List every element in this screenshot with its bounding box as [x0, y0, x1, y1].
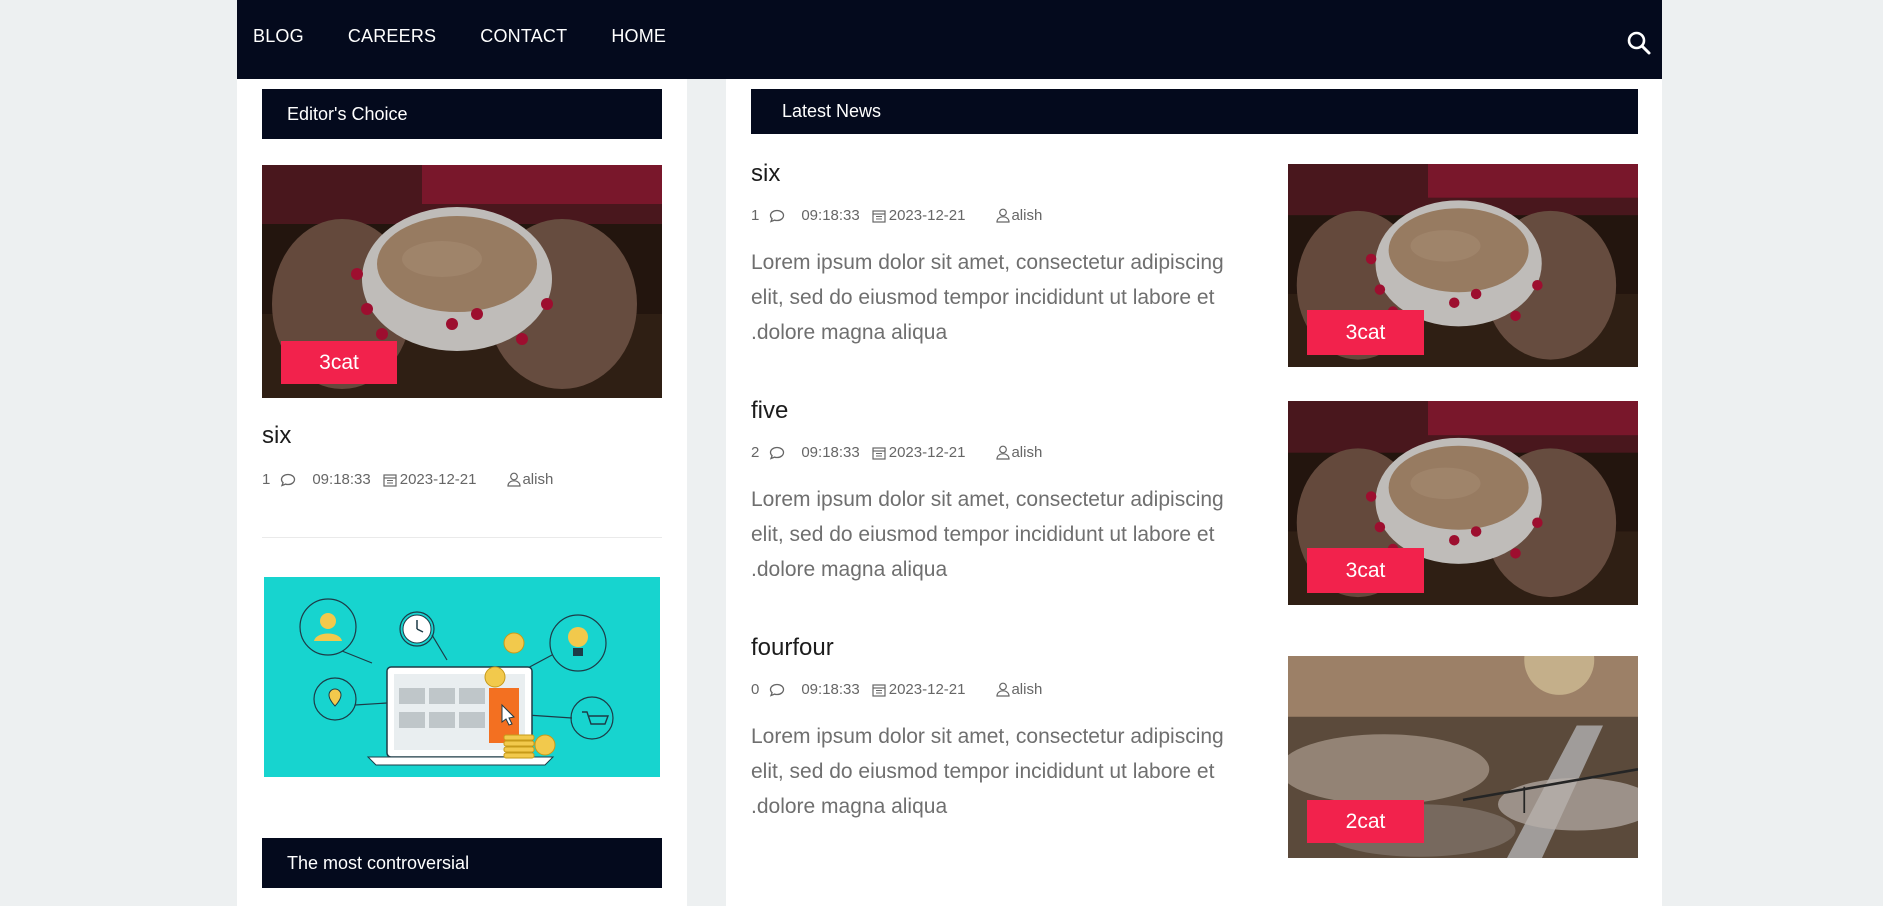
latest-news-title: Latest News: [782, 101, 882, 121]
comment-count: 1: [262, 471, 271, 488]
featured-post-meta: 1 09:18:33 2023-12-21 alish: [262, 471, 553, 488]
calendar-icon: [383, 473, 397, 487]
post-title[interactable]: fourfour: [751, 634, 834, 662]
nav-blog[interactable]: BLOG: [253, 26, 304, 47]
post-excerpt: Lorem ipsum dolor sit amet, consectetur …: [751, 251, 1224, 344]
search-icon[interactable]: [1626, 30, 1652, 56]
top-navbar: BLOG CAREERS CONTACT HOME: [237, 0, 1662, 79]
post-date: 2023-12-21: [399, 471, 477, 488]
calendar-icon: [872, 446, 886, 460]
calendar-icon: [872, 209, 886, 223]
ad-banner[interactable]: [262, 575, 662, 779]
post-author[interactable]: alish: [522, 471, 553, 488]
controversial-heading: The most controversial: [262, 838, 662, 888]
post-time: 09:18:33: [801, 444, 860, 461]
post-image[interactable]: 3cat: [1288, 401, 1638, 605]
comment-count: 2: [751, 444, 760, 461]
user-icon: [507, 472, 522, 487]
post-title[interactable]: five: [751, 397, 788, 425]
post-image[interactable]: 2cat: [1288, 656, 1638, 858]
category-badge[interactable]: 3cat: [1307, 310, 1424, 355]
post-meta: 1 09:18:33 2023-12-21 alish: [751, 207, 1042, 224]
page-container: BLOG CAREERS CONTACT HOME Editor's Choic…: [237, 0, 1662, 906]
post-time: 09:18:33: [801, 207, 860, 224]
comment-count: 0: [751, 681, 760, 698]
editors-choice-title: Editor's Choice: [287, 103, 408, 124]
user-icon: [996, 682, 1011, 697]
post-excerpt: Lorem ipsum dolor sit amet, consectetur …: [751, 488, 1224, 581]
latest-news-section: Latest News six 1 09:18:33 2023-12-21 al…: [726, 79, 1662, 906]
comment-icon: [769, 209, 785, 223]
comment-icon: [769, 683, 785, 697]
comment-icon: [280, 473, 296, 487]
featured-post-image[interactable]: 3cat: [262, 165, 662, 398]
featured-post-title[interactable]: six: [262, 422, 291, 450]
category-badge[interactable]: 2cat: [1307, 800, 1424, 843]
controversial-title: The most controversial: [287, 852, 470, 873]
user-icon: [996, 208, 1011, 223]
latest-news-heading: Latest News: [751, 89, 1638, 134]
nav-home[interactable]: HOME: [611, 26, 666, 47]
post-meta: 0 09:18:33 2023-12-21 alish: [751, 681, 1042, 698]
nav-careers[interactable]: CAREERS: [348, 26, 436, 47]
sidebar: Editor's Choice 3cat six 1 09:18:33 2023…: [237, 79, 687, 906]
ad-illustration: [262, 575, 662, 779]
calendar-icon: [872, 683, 886, 697]
category-badge[interactable]: 3cat: [1307, 548, 1424, 593]
post-meta: 2 09:18:33 2023-12-21 alish: [751, 444, 1042, 461]
post-excerpt: Lorem ipsum dolor sit amet, consectetur …: [751, 725, 1224, 818]
comment-count: 1: [751, 207, 760, 224]
divider: [262, 537, 662, 538]
user-icon: [996, 445, 1011, 460]
category-badge[interactable]: 3cat: [281, 341, 397, 384]
post-title[interactable]: six: [751, 160, 780, 188]
post-time: 09:18:33: [312, 471, 371, 488]
post-date: 2023-12-21: [888, 444, 966, 461]
nav-contact[interactable]: CONTACT: [480, 26, 567, 47]
post-time: 09:18:33: [801, 681, 860, 698]
main-nav: BLOG CAREERS CONTACT HOME: [253, 26, 710, 47]
post-author[interactable]: alish: [1011, 681, 1042, 698]
comment-icon: [769, 446, 785, 460]
post-date: 2023-12-21: [888, 681, 966, 698]
editors-choice-heading: Editor's Choice: [262, 89, 662, 139]
post-author[interactable]: alish: [1011, 207, 1042, 224]
post-author[interactable]: alish: [1011, 444, 1042, 461]
post-image[interactable]: 3cat: [1288, 164, 1638, 367]
post-date: 2023-12-21: [888, 207, 966, 224]
